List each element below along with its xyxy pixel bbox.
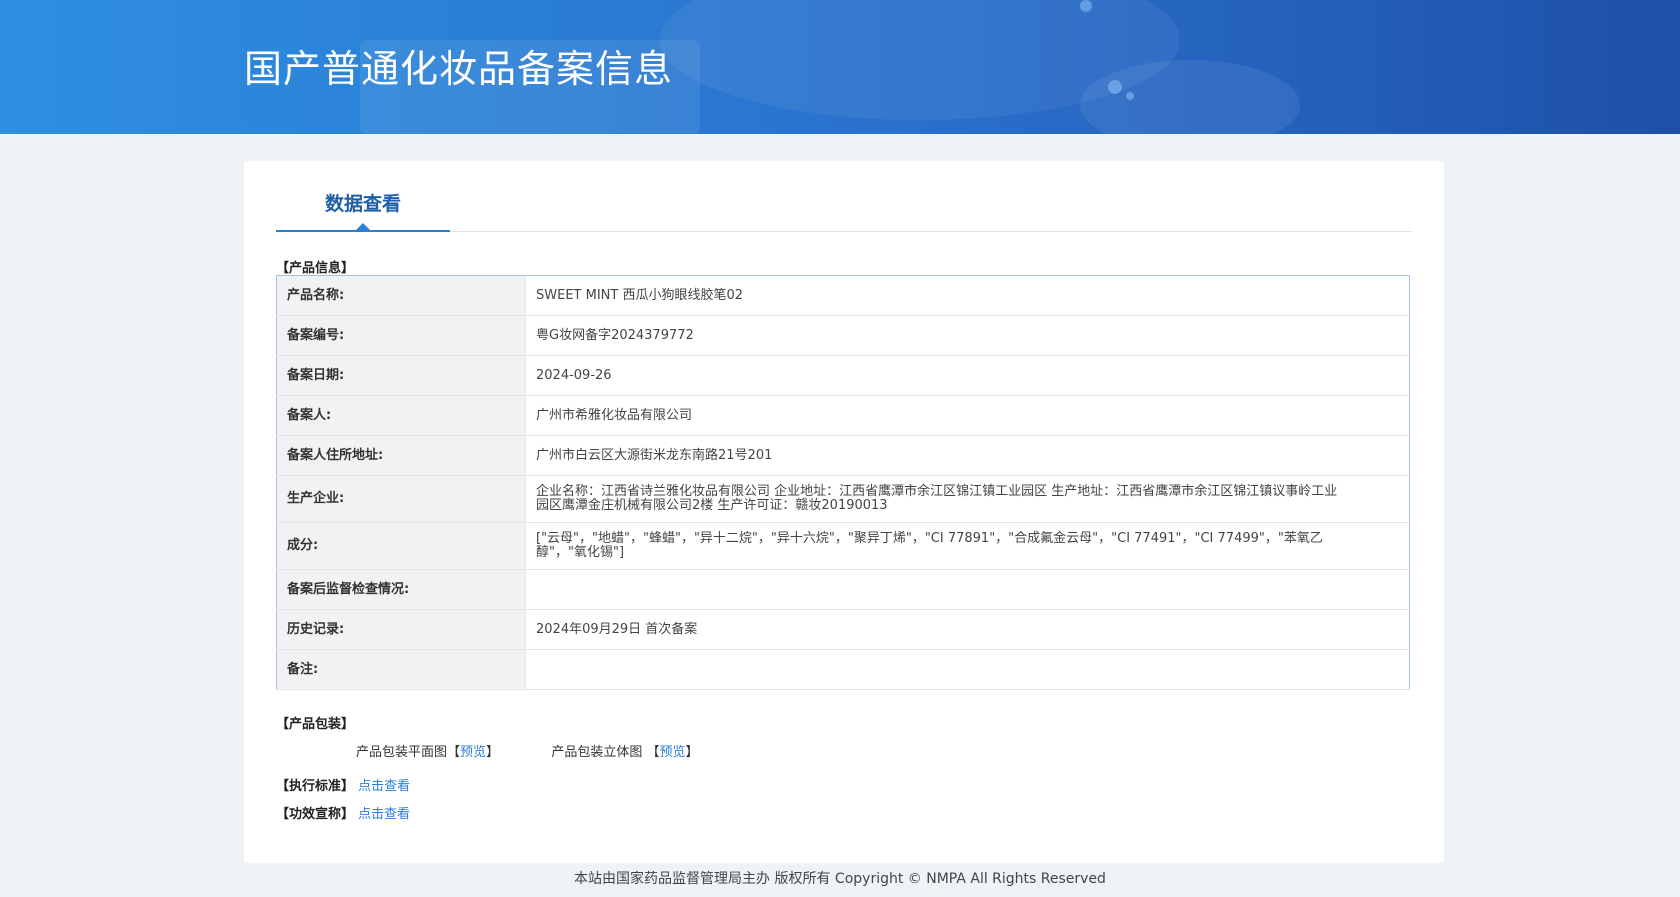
section-title-standard: 【执行标准】 — [276, 779, 355, 794]
page-title: 国产普通化妆品备案信息 — [244, 47, 674, 91]
tab-bar: 数据查看 — [276, 161, 1412, 232]
row-label: 历史记录: — [276, 609, 526, 650]
bracket-close: 】 — [685, 745, 699, 760]
product-info-table: 产品名称: SWEET MINT 西瓜小狗眼线胶笔02 备案编号: 粤G妆网备字… — [276, 275, 1410, 690]
section-title-product-info: 【产品信息】 — [276, 261, 355, 276]
table-row: 成分: ["云母"，"地蜡"，"蜂蜡"，"异十二烷"，"异十六烷"，"聚异丁烯"… — [276, 522, 1410, 570]
row-value — [525, 569, 1410, 610]
row-label: 备注: — [276, 649, 526, 690]
table-row: 生产企业: 企业名称：江西省诗兰雅化妆品有限公司 企业地址：江西省鹰潭市余江区锦… — [276, 475, 1410, 523]
tab-data-view[interactable]: 数据查看 — [276, 161, 450, 232]
preview-solid-link[interactable]: 预览 — [660, 745, 686, 760]
row-label: 备案人住所地址: — [276, 435, 526, 476]
efficacy-row: 【功效宣称】 点击查看 — [276, 803, 410, 822]
table-row: 备案日期: 2024-09-26 — [276, 355, 1410, 396]
bracket-close: 】 — [486, 745, 500, 760]
tab-indicator-arrow-icon — [356, 223, 370, 230]
table-row: 备案后监督检查情况: — [276, 569, 1410, 610]
packaging-solid-label: 产品包装立体图 — [551, 745, 643, 760]
standard-row: 【执行标准】 点击查看 — [276, 775, 410, 794]
bracket-open: 【 — [447, 745, 461, 760]
section-title-packaging: 【产品包装】 — [276, 717, 355, 732]
table-row: 历史记录: 2024年09月29日 首次备案 — [276, 609, 1410, 650]
content-card: 数据查看 【产品信息】 产品名称: SWEET MINT 西瓜小狗眼线胶笔02 … — [244, 161, 1444, 863]
row-label: 产品名称: — [276, 275, 526, 316]
row-label: 备案人: — [276, 395, 526, 436]
standard-view-link[interactable]: 点击查看 — [358, 779, 410, 794]
packaging-row: 产品包装平面图【预览】 产品包装立体图 【预览】 — [356, 741, 699, 760]
packaging-flat-label: 产品包装平面图 — [356, 745, 448, 760]
page-footer: 本站由国家药品监督管理局主办 版权所有 Copyright © NMPA All… — [574, 871, 1106, 887]
row-label: 备案日期: — [276, 355, 526, 396]
row-value: 广州市希雅化妆品有限公司 — [525, 395, 1410, 436]
efficacy-view-link[interactable]: 点击查看 — [358, 807, 410, 822]
section-title-efficacy: 【功效宣称】 — [276, 807, 355, 822]
table-row: 备案人: 广州市希雅化妆品有限公司 — [276, 395, 1410, 436]
table-row: 备注: — [276, 649, 1410, 690]
row-value: SWEET MINT 西瓜小狗眼线胶笔02 — [525, 275, 1410, 316]
header-dot — [1126, 92, 1134, 100]
table-row: 产品名称: SWEET MINT 西瓜小狗眼线胶笔02 — [276, 275, 1410, 316]
row-value: 2024年09月29日 首次备案 — [525, 609, 1410, 650]
bracket-open: 【 — [646, 745, 660, 760]
header-dot — [1108, 80, 1122, 94]
row-value — [525, 649, 1410, 690]
row-label: 备案后监督检查情况: — [276, 569, 526, 610]
row-value: ["云母"，"地蜡"，"蜂蜡"，"异十二烷"，"异十六烷"，"聚异丁烯"，"CI… — [525, 522, 1410, 570]
page-header: 国产普通化妆品备案信息 — [0, 0, 1680, 134]
row-value: 2024-09-26 — [525, 355, 1410, 396]
preview-flat-link[interactable]: 预览 — [460, 745, 486, 760]
row-value: 粤G妆网备字2024379772 — [525, 315, 1410, 356]
tab-label: 数据查看 — [324, 193, 401, 215]
row-label: 生产企业: — [276, 475, 526, 523]
table-row: 备案人住所地址: 广州市白云区大源街米龙东南路21号201 — [276, 435, 1410, 476]
row-value: 企业名称：江西省诗兰雅化妆品有限公司 企业地址：江西省鹰潭市余江区锦江镇工业园区… — [525, 475, 1410, 523]
header-dot — [1080, 0, 1092, 12]
row-label: 成分: — [276, 522, 526, 570]
row-value: 广州市白云区大源街米龙东南路21号201 — [525, 435, 1410, 476]
row-label: 备案编号: — [276, 315, 526, 356]
table-row: 备案编号: 粤G妆网备字2024379772 — [276, 315, 1410, 356]
